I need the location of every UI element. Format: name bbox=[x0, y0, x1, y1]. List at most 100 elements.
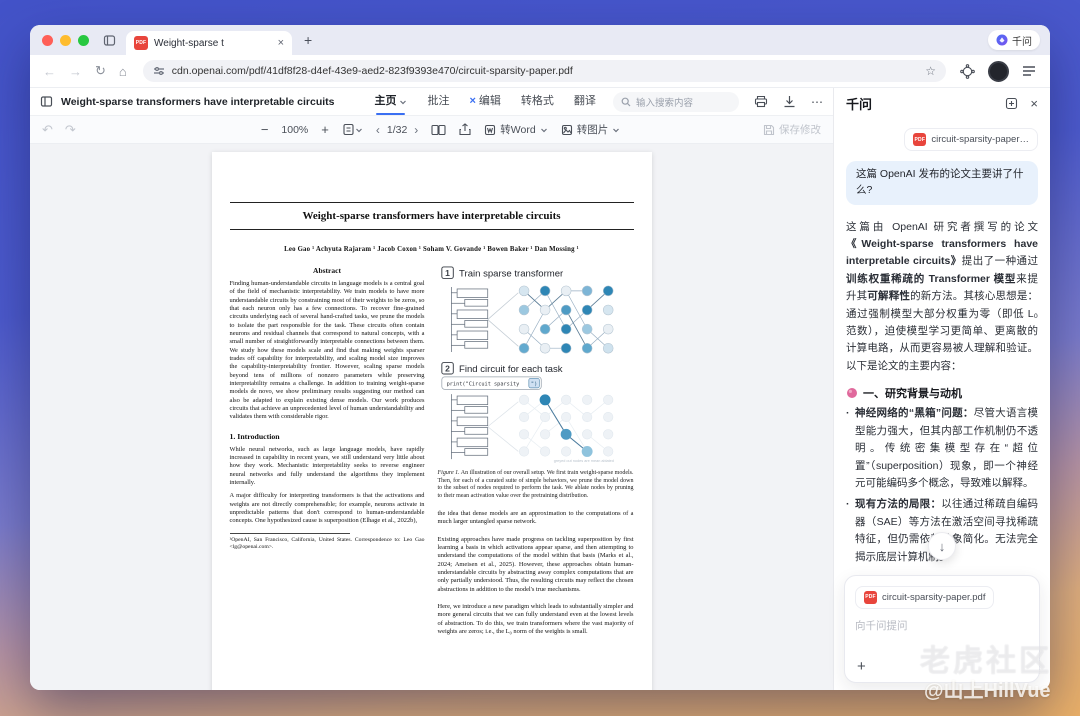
sidebar-toggle-icon[interactable] bbox=[40, 95, 53, 108]
composer-placeholder[interactable]: 向千问提问 bbox=[855, 618, 1029, 633]
document-title: Weight-sparse transformers have interpre… bbox=[61, 96, 334, 108]
code-token: ") bbox=[530, 382, 536, 388]
maximize-window-button[interactable] bbox=[78, 35, 89, 46]
body-paragraph: Here, we introduce a new paradigm which … bbox=[438, 603, 634, 636]
add-attachment-button[interactable]: + bbox=[857, 658, 866, 675]
section-heading: 一、研究背景与动机 bbox=[846, 385, 1038, 401]
search-icon bbox=[621, 97, 631, 107]
abstract-heading: Abstract bbox=[230, 266, 425, 275]
save-changes-button[interactable]: 保存修改 bbox=[763, 122, 821, 137]
zoom-out-button[interactable]: − bbox=[261, 122, 269, 137]
word-doc-icon bbox=[484, 124, 496, 136]
chevron-down-icon bbox=[612, 126, 620, 134]
minimize-window-button[interactable] bbox=[60, 35, 71, 46]
search-input[interactable]: 输入搜索内容 bbox=[613, 92, 739, 112]
pdf-file-icon: PDF bbox=[864, 591, 877, 604]
pdf-canvas-area[interactable]: Weight-sparse transformers have interpre… bbox=[30, 144, 833, 690]
tab-annotate[interactable]: 批注 bbox=[427, 88, 449, 115]
page-layout-icon[interactable] bbox=[342, 123, 363, 136]
ribbon-tabs: 主页 批注 × 编辑 转格式 翻译 bbox=[374, 88, 595, 115]
tab-close-icon[interactable]: × bbox=[278, 37, 284, 49]
tab-translate[interactable]: 翻译 bbox=[574, 88, 596, 115]
undo-icon[interactable]: ↶ bbox=[42, 122, 53, 138]
download-icon[interactable] bbox=[783, 95, 796, 108]
bullet-item: 神经网络的“黑箱”问题：尽管大语言模型能力强大，但其内部工作机制仍不透明。传统密… bbox=[846, 405, 1038, 492]
close-panel-icon[interactable]: × bbox=[1030, 96, 1038, 111]
body-paragraph: the idea that dense models are an approx… bbox=[438, 510, 634, 527]
tab-convert[interactable]: 转格式 bbox=[521, 88, 554, 115]
reload-icon[interactable]: ↻ bbox=[95, 63, 106, 79]
url-field[interactable]: cdn.openai.com/pdf/41df8f28-d4ef-43e9-ae… bbox=[143, 60, 946, 82]
arrow-down-icon: ↓ bbox=[939, 539, 946, 554]
pdf-toolbar-main: Weight-sparse transformers have interpre… bbox=[30, 88, 833, 116]
tab-overview-icon[interactable] bbox=[103, 34, 116, 47]
bookmark-star-icon[interactable]: ☆ bbox=[925, 64, 936, 78]
chevron-down-icon bbox=[355, 126, 363, 134]
extensions-icon[interactable] bbox=[960, 64, 975, 79]
title-rule-bottom bbox=[230, 229, 634, 230]
redo-icon[interactable]: ↷ bbox=[65, 122, 76, 138]
figure-note: greyed out nodes are mean ablated bbox=[553, 459, 613, 463]
step2-number: 2 bbox=[445, 364, 450, 374]
body-paragraph: Existing approaches have made progress o… bbox=[438, 536, 634, 594]
convert-to-image-button[interactable]: 转图片 bbox=[561, 122, 621, 137]
chevron-down-icon bbox=[540, 126, 548, 134]
intro-paragraph: While neural networks, such as large lan… bbox=[230, 446, 425, 488]
close-window-button[interactable] bbox=[42, 35, 53, 46]
assistant-message: 这篇由 OpenAI 研究者撰写的论文《Weight-sparse transf… bbox=[846, 219, 1038, 376]
next-page-button[interactable]: › bbox=[414, 123, 418, 137]
composer[interactable]: PDF circuit-sparsity-paper.pdf 向千问提问 + bbox=[844, 575, 1040, 683]
home-icon[interactable]: ⌂ bbox=[119, 64, 127, 79]
intro-heading: 1. Introduction bbox=[230, 432, 425, 441]
forward-icon[interactable]: → bbox=[69, 64, 82, 79]
composer-attachment-chip[interactable]: PDF circuit-sparsity-paper.pdf bbox=[855, 586, 994, 609]
site-settings-icon[interactable] bbox=[153, 65, 165, 77]
new-chat-icon[interactable] bbox=[1005, 97, 1018, 110]
zoom-level[interactable]: 100% bbox=[281, 124, 308, 136]
address-bar: ← → ↻ ⌂ cdn.openai.com/pdf/41df8f28-d4ef… bbox=[30, 55, 1050, 88]
convert-to-word-button[interactable]: 转Word bbox=[484, 122, 547, 137]
chat-area[interactable]: PDF circuit-sparsity-paper… 这篇 OpenAI 发布… bbox=[834, 118, 1050, 595]
tab-home[interactable]: 主页 bbox=[374, 88, 407, 115]
qianwen-badge[interactable]: 千问 bbox=[988, 30, 1040, 50]
attachment-chip[interactable]: PDF circuit-sparsity-paper… bbox=[904, 128, 1038, 151]
more-icon[interactable]: ⋯ bbox=[811, 95, 823, 109]
footnote-rule bbox=[230, 533, 351, 534]
tab-edit[interactable]: × 编辑 bbox=[469, 88, 500, 115]
save-icon bbox=[763, 124, 775, 136]
menu-icon[interactable] bbox=[1022, 65, 1036, 77]
window-controls bbox=[42, 35, 89, 46]
print-icon[interactable] bbox=[754, 95, 768, 108]
panel-header: 千问 × bbox=[834, 88, 1050, 118]
browser-window: PDF Weight-sparse t × + 千问 ← → ↻ ⌂ bbox=[30, 25, 1050, 690]
scroll-down-button[interactable]: ↓ bbox=[928, 532, 956, 560]
browser-tab[interactable]: PDF Weight-sparse t × bbox=[126, 31, 292, 55]
new-tab-button[interactable]: + bbox=[304, 32, 312, 48]
edit-icon: × bbox=[469, 88, 475, 115]
step2-label: Find circuit for each task bbox=[459, 364, 563, 375]
pdf-page: Weight-sparse transformers have interpre… bbox=[212, 152, 652, 690]
image-icon bbox=[561, 124, 573, 136]
qianwen-panel: 千问 × PDF circuit-sparsity-paper… bbox=[833, 88, 1050, 690]
desktop-wallpaper: PDF Weight-sparse t × + 千问 ← → ↻ ⌂ bbox=[0, 0, 1080, 716]
step1-label: Train sparse transformer bbox=[459, 269, 564, 280]
figure-caption: Figure 1. An illustration of our overall… bbox=[438, 470, 634, 501]
pdf-favicon: PDF bbox=[134, 36, 148, 50]
figure1-diagram: 1 Train sparse transformer bbox=[438, 266, 634, 465]
two-page-view-icon[interactable] bbox=[431, 124, 446, 136]
footnote-text: ¹OpenAI, San Francisco, California, Unit… bbox=[230, 537, 425, 552]
prev-page-button[interactable]: ‹ bbox=[376, 123, 380, 137]
page-indicator[interactable]: 1/32 bbox=[387, 124, 407, 136]
zoom-in-button[interactable]: + bbox=[321, 122, 329, 137]
tab-title: Weight-sparse t bbox=[154, 38, 272, 49]
pdf-file-icon: PDF bbox=[913, 133, 926, 146]
title-rule-top bbox=[230, 202, 634, 203]
url-text: cdn.openai.com/pdf/41df8f28-d4ef-43e9-ae… bbox=[172, 65, 925, 77]
back-icon[interactable]: ← bbox=[43, 64, 56, 79]
profile-avatar[interactable] bbox=[988, 61, 1009, 82]
search-placeholder: 输入搜索内容 bbox=[636, 95, 693, 109]
share-icon[interactable] bbox=[459, 123, 471, 136]
step1-number: 1 bbox=[445, 268, 450, 278]
pdf-toolbar-secondary: ↶ ↷ − 100% + ‹ bbox=[30, 116, 833, 144]
chevron-down-icon bbox=[399, 98, 407, 106]
